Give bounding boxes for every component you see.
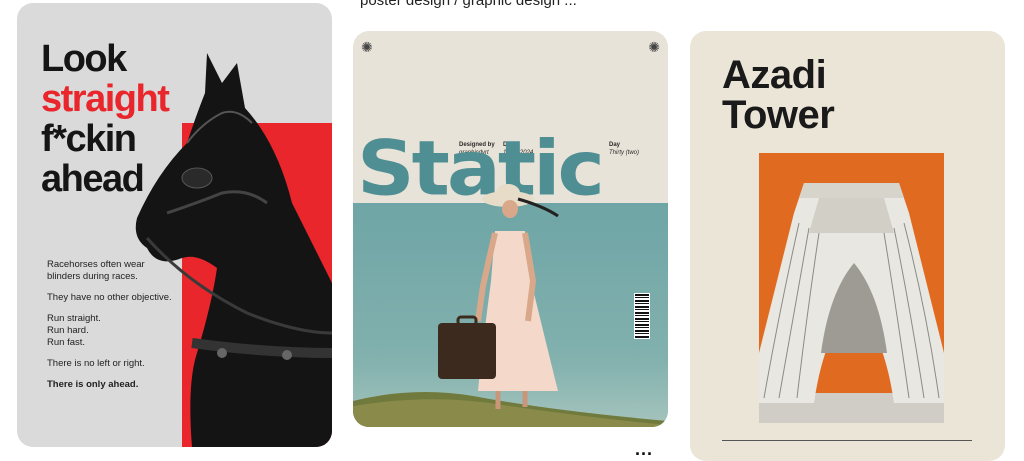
divider-line (722, 440, 972, 441)
pin-card-static[interactable]: ✺ ✺ Designed by graphicdyrt Date 10-11-2… (353, 31, 668, 427)
meta-day: Day Thirty (two) (609, 141, 639, 157)
azadi-tower-image (759, 183, 944, 423)
barcode-graphic (634, 293, 650, 339)
woman-with-suitcase-image (438, 184, 559, 409)
pin-card-azadi-tower[interactable]: Azadi Tower (690, 31, 1005, 461)
more-options-icon[interactable]: ... (635, 440, 653, 458)
swirl-icon: ✺ (648, 39, 660, 55)
meta-value: Thirty (two) (609, 150, 639, 156)
poster-title: Azadi Tower (722, 53, 835, 137)
board-caption: poster design / graphic design ... (360, 0, 577, 9)
meta-label: Day (609, 142, 621, 148)
swirl-icon: ✺ (361, 39, 373, 55)
title-line-1: Azadi (722, 53, 827, 97)
pin-card-look-straight[interactable]: Look straight f*ckin ahead Racehorses of… (17, 3, 332, 447)
horse-image (135, 53, 332, 447)
title-line-2: Tower (722, 93, 835, 137)
body-paragraph: Run straight. Run hard. Run fast. (47, 313, 101, 348)
